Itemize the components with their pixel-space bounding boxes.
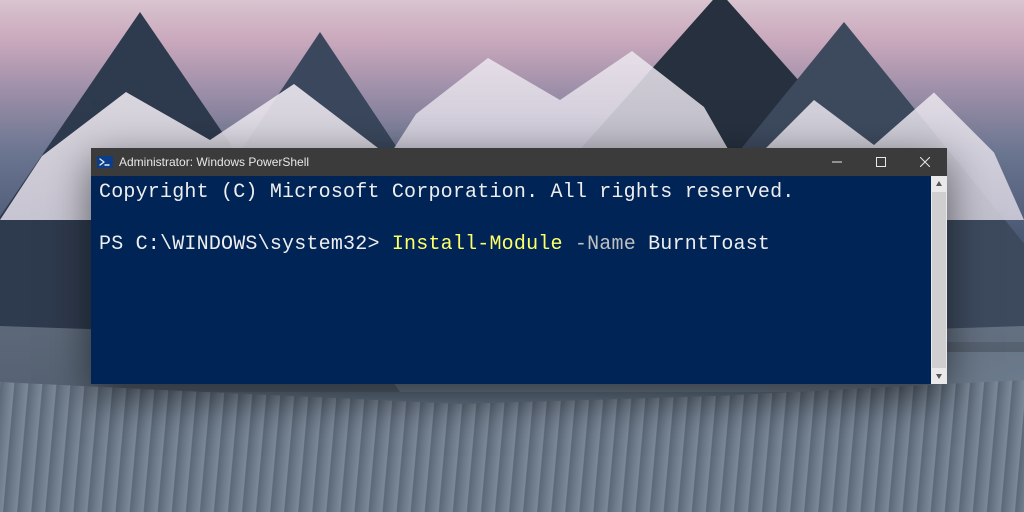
maximize-button[interactable] bbox=[859, 148, 903, 176]
powershell-window[interactable]: Administrator: Windows PowerShell Copyri… bbox=[91, 148, 947, 384]
param-value-token: BurntToast bbox=[648, 233, 770, 256]
command-token: Install-Module bbox=[392, 233, 563, 256]
scroll-up-button[interactable] bbox=[931, 176, 947, 192]
desktop-wallpaper: Administrator: Windows PowerShell Copyri… bbox=[0, 0, 1024, 512]
powershell-icon bbox=[97, 154, 113, 170]
close-button[interactable] bbox=[903, 148, 947, 176]
scroll-track[interactable] bbox=[931, 192, 947, 368]
console-output[interactable]: Copyright (C) Microsoft Corporation. All… bbox=[91, 176, 931, 384]
console-area: Copyright (C) Microsoft Corporation. All… bbox=[91, 176, 947, 384]
prompt-text: PS C:\WINDOWS\system32> bbox=[99, 233, 380, 256]
titlebar[interactable]: Administrator: Windows PowerShell bbox=[91, 148, 947, 176]
vertical-scrollbar[interactable] bbox=[931, 176, 947, 384]
window-title: Administrator: Windows PowerShell bbox=[119, 155, 309, 169]
copyright-text: Copyright (C) Microsoft Corporation. All… bbox=[99, 181, 795, 204]
scroll-thumb[interactable] bbox=[932, 192, 946, 368]
minimize-button[interactable] bbox=[815, 148, 859, 176]
scroll-down-button[interactable] bbox=[931, 368, 947, 384]
param-flag-token: -Name bbox=[575, 233, 636, 256]
